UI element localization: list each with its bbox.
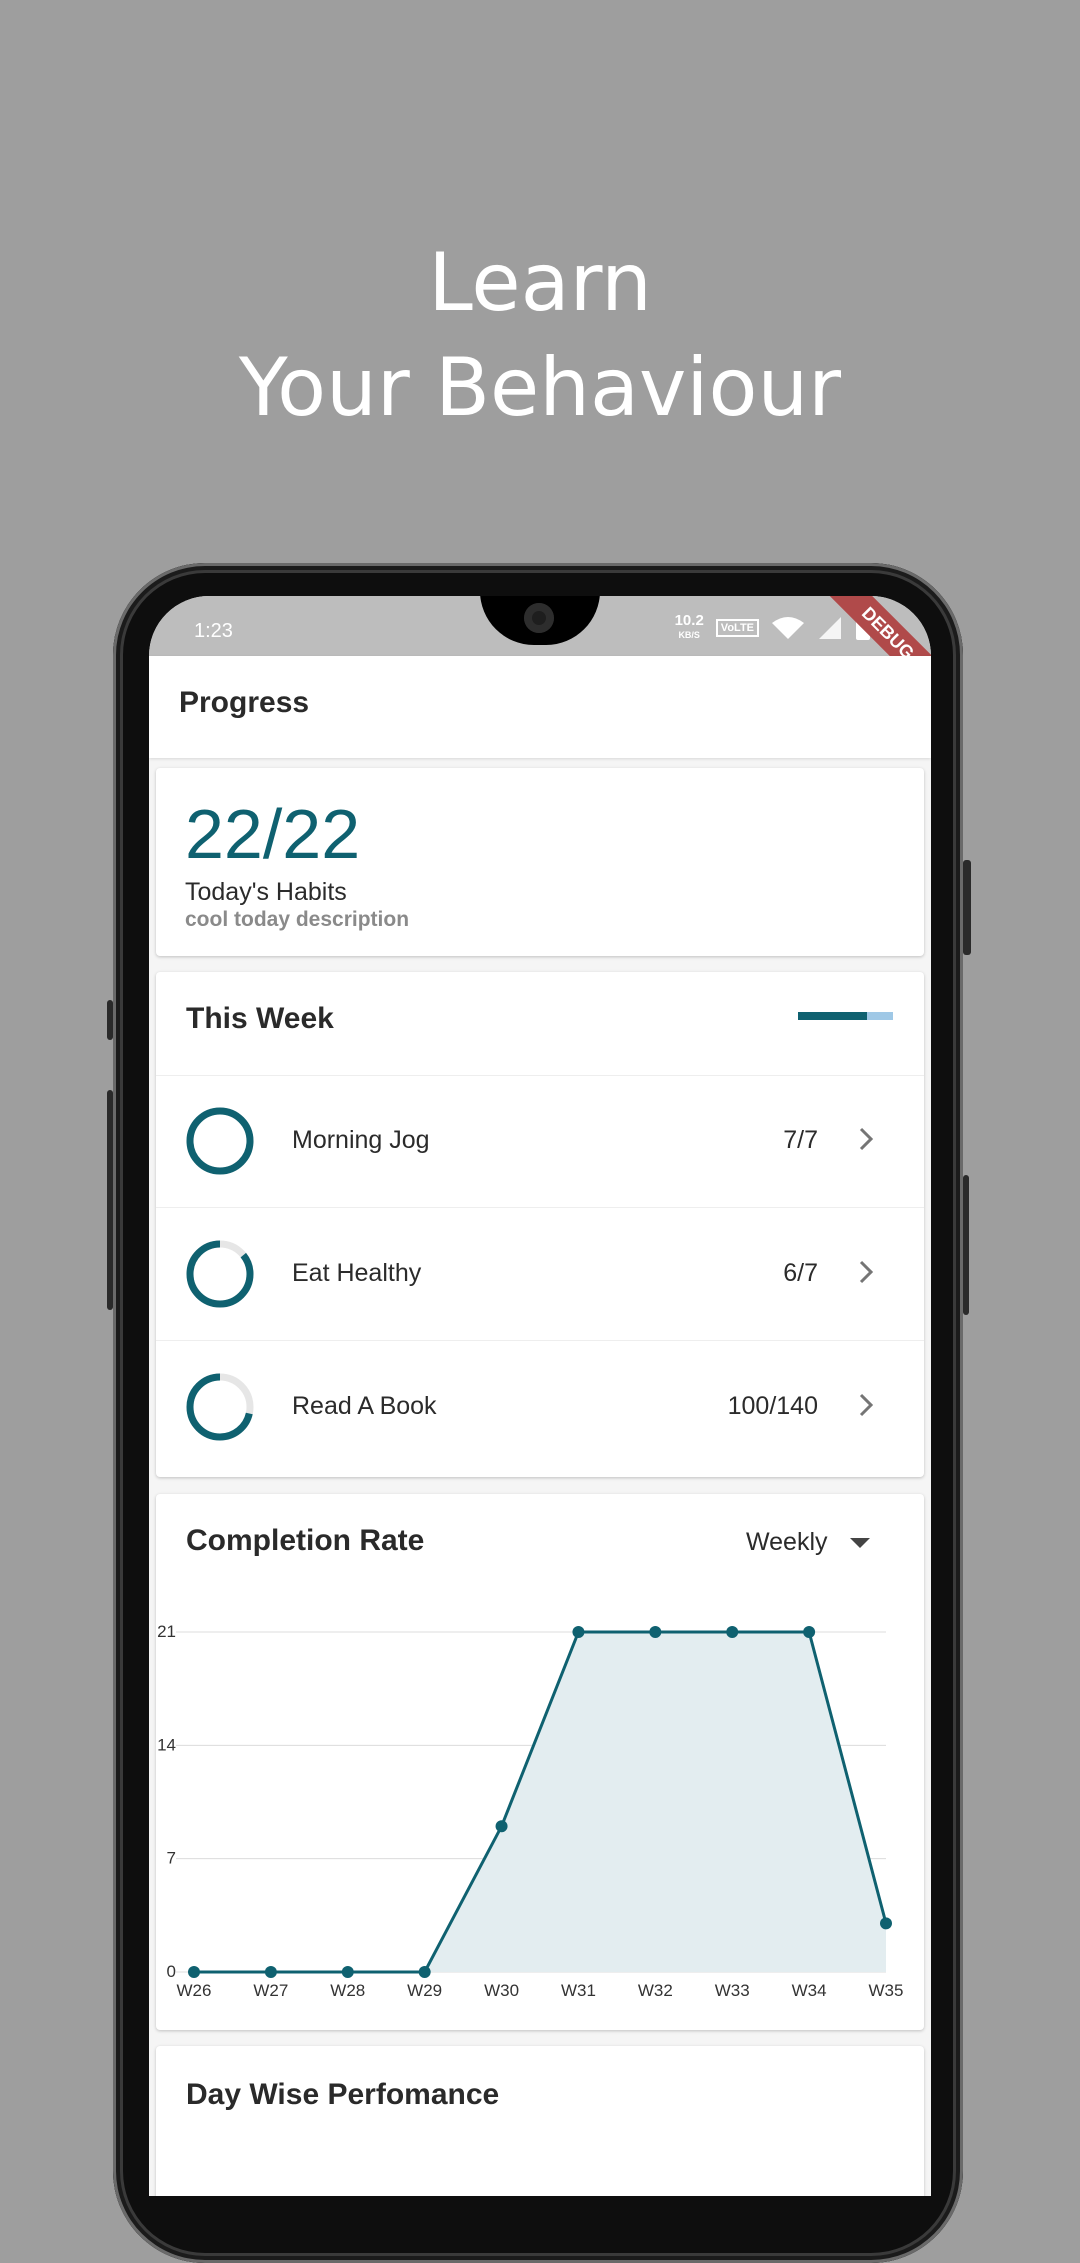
data-point [803,1626,816,1638]
volte-icon: VoLTE [715,619,759,637]
page-title: Progress [179,686,310,719]
today-label: Today's Habits [185,878,347,906]
day-wise-card: Day Wise Perfomance [156,2046,924,2196]
week-progress-bar [798,1012,893,1020]
chevron-right-icon [859,1393,874,1417]
completion-chart: 0 7 14 21 W26 W27 W28 W29 W30 W31 W32 W33 W34 W35 [157,1622,904,2000]
area-fill [194,1632,886,1972]
wifi-icon [772,617,804,639]
slider-button [107,1000,113,1040]
x-tick-label: W35 [869,1981,904,2000]
x-tick-label: W26 [177,1981,212,2000]
today-count: 22/22 [185,795,361,873]
y-tick-label: 21 [157,1622,176,1641]
status-icons: 10.2 KB/S VoLTE [674,612,871,642]
habit-row[interactable]: Eat Healthy 6/7 [156,1208,924,1341]
data-point [188,1966,200,1978]
net-speed: 10.2 KB/S [674,612,704,642]
headline-line-2: Your Behaviour [238,341,842,434]
habit-name: Eat Healthy [292,1259,422,1287]
headline-line-1: Learn [428,236,652,329]
today-description: cool today description [185,908,410,931]
habit-row[interactable]: Morning Jog 7/7 [156,1075,924,1208]
app-bar: Progress [149,656,931,758]
data-point [572,1626,585,1638]
net-speed-value: 10.2 [674,612,704,629]
y-tick-label: 7 [167,1849,176,1868]
habit-count: 7/7 [783,1126,818,1154]
habit-progress-ring [186,1107,254,1175]
data-point [495,1820,508,1833]
today-card: 22/22 Today's Habits cool today descript… [156,768,924,956]
chevron-right-icon [859,1260,874,1284]
x-tick-label: W27 [253,1981,288,2000]
y-tick-label: 14 [157,1735,176,1754]
day-wise-title: Day Wise Perfomance [186,2078,500,2111]
this-week-title: This Week [186,1002,334,1035]
period-dropdown[interactable]: Weekly [746,1528,870,1557]
chevron-right-icon [859,1127,874,1151]
completion-title: Completion Rate [186,1524,425,1557]
habit-progress-ring [186,1373,254,1441]
habit-name: Morning Jog [292,1126,430,1154]
phone-screen: 1:23 10.2 KB/S VoLTE DEBUG Progress 22/2… [149,596,931,2196]
x-tick-label: W29 [407,1981,442,2000]
x-tick-label: W34 [792,1981,827,2000]
status-time: 1:23 [194,620,233,642]
data-point [726,1626,739,1638]
notch [480,596,600,645]
week-progress-fill [798,1012,868,1020]
x-tick-label: W28 [330,1981,365,2000]
volume-up-button [107,1090,113,1310]
completion-rate-card: Completion Rate Weekly 0 7 14 21 W26 W27 W28 W2… [156,1494,924,2030]
dropdown-caret-icon [849,1537,870,1548]
data-point [341,1966,354,1978]
data-point [880,1917,892,1930]
status-bar: 1:23 10.2 KB/S VoLTE DEBUG [149,596,931,704]
y-tick-label: 0 [167,1962,176,1981]
net-speed-unit: KB/S [678,630,700,640]
x-tick-label: W32 [638,1981,673,2000]
habit-count: 100/140 [727,1392,818,1420]
habit-progress-ring [186,1240,254,1308]
volume-button [963,1175,969,1315]
camera-icon [524,603,554,633]
power-button [963,860,971,955]
x-tick-label: W33 [715,1981,750,2000]
x-tick-label: W30 [484,1981,519,2000]
this-week-card: This Week Morning Jog 7/7 Eat Healthy 6/7 Re… [156,972,924,1477]
x-tick-label: W31 [561,1981,596,2000]
period-selected: Weekly [746,1528,828,1556]
this-week-header: This Week [156,972,924,1076]
headline: Learn Your Behaviour [0,230,1080,440]
data-point [264,1966,277,1978]
signal-icon [819,617,841,639]
habit-count: 6/7 [783,1259,818,1287]
habit-row[interactable]: Read A Book 100/140 [156,1341,924,1473]
data-point [649,1626,662,1638]
habit-name: Read A Book [292,1392,437,1420]
data-point [418,1966,431,1978]
